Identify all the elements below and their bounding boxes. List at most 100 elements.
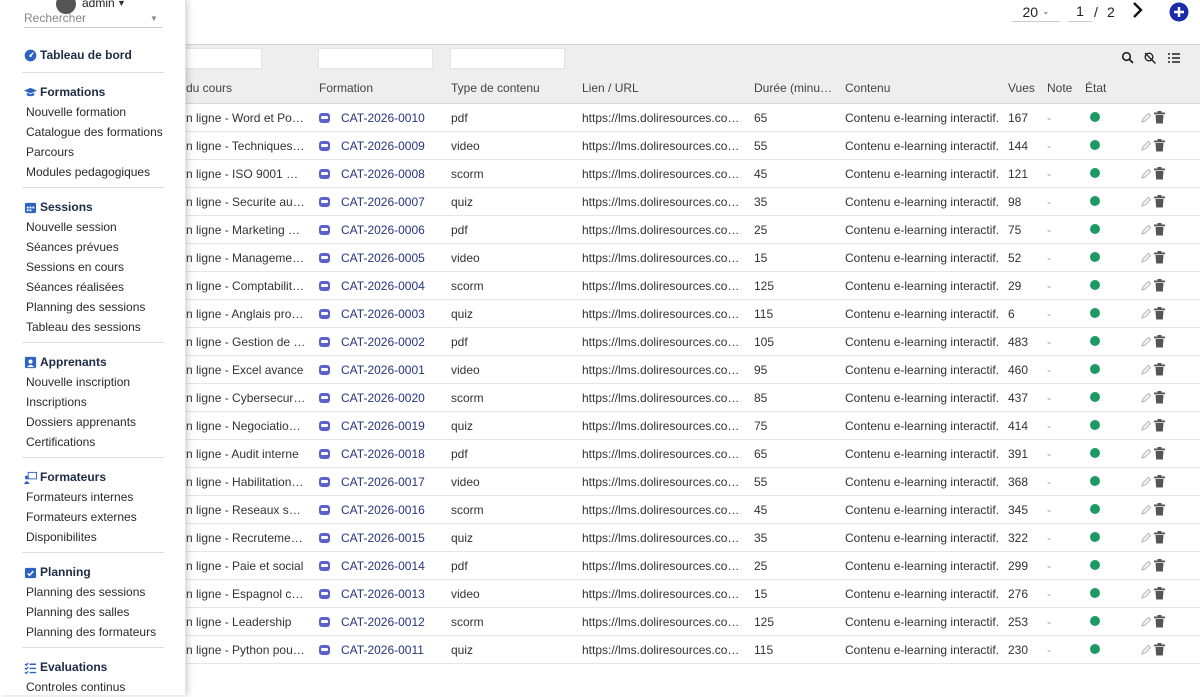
col-header-url[interactable]: Lien / URL [582,81,702,95]
cell-url[interactable]: https://lms.doliresources.com/… [582,251,744,265]
sidebar-item[interactable]: Certifications [24,432,164,452]
cell-formation[interactable]: CAT-2026-0001 [341,363,431,377]
delete-icon[interactable] [1154,139,1165,152]
sidebar-section-header[interactable]: Evaluations [24,657,164,677]
sidebar-item[interactable]: Planning des formateurs [24,622,164,642]
cell-url[interactable]: https://lms.doliresources.com/… [582,503,744,517]
edit-icon[interactable] [1140,336,1152,348]
sidebar-item[interactable]: Séances prévues [24,237,164,257]
delete-icon[interactable] [1154,279,1165,292]
cell-formation[interactable]: CAT-2026-0006 [341,223,431,237]
col-header-views[interactable]: Vues [1008,81,1044,95]
cell-formation[interactable]: CAT-2026-0003 [341,307,431,321]
cell-formation[interactable]: CAT-2026-0015 [341,531,431,545]
cell-formation[interactable]: CAT-2026-0005 [341,251,431,265]
edit-icon[interactable] [1140,364,1152,376]
delete-icon[interactable] [1154,335,1165,348]
delete-icon[interactable] [1154,111,1165,124]
delete-icon[interactable] [1154,615,1165,628]
edit-icon[interactable] [1140,420,1152,432]
edit-icon[interactable] [1140,504,1152,516]
delete-icon[interactable] [1154,419,1165,432]
cell-url[interactable]: https://lms.doliresources.com/… [582,419,744,433]
sidebar-item[interactable]: Formateurs internes [24,487,164,507]
page-number-input[interactable]: 1 [1068,2,1092,22]
per-page-select[interactable]: 20 ⌄ [1012,2,1060,22]
delete-icon[interactable] [1154,195,1165,208]
cell-formation[interactable]: CAT-2026-0016 [341,503,431,517]
delete-icon[interactable] [1154,167,1165,180]
cell-url[interactable]: https://lms.doliresources.com/… [582,139,744,153]
sidebar-item[interactable]: Catalogue des formations [24,122,164,142]
col-header-status[interactable]: État [1085,81,1115,95]
sidebar-item[interactable]: Controles continus [24,677,164,697]
cell-url[interactable]: https://lms.doliresources.com/… [582,307,744,321]
edit-icon[interactable] [1140,140,1152,152]
sidebar-section-header[interactable]: Formations [24,82,164,102]
sidebar-item[interactable]: Modules pedagogiques [24,162,164,182]
cell-url[interactable]: https://lms.doliresources.com/… [582,643,744,657]
cell-formation[interactable]: CAT-2026-0018 [341,447,431,461]
col-header-type[interactable]: Type de contenu [451,81,566,95]
cell-formation[interactable]: CAT-2026-0013 [341,587,431,601]
cell-url[interactable]: https://lms.doliresources.com/… [582,335,744,349]
cell-formation[interactable]: CAT-2026-0007 [341,195,431,209]
cell-formation[interactable]: CAT-2026-0008 [341,167,431,181]
delete-icon[interactable] [1154,307,1165,320]
next-page-icon[interactable] [1130,0,1146,20]
edit-icon[interactable] [1140,644,1152,656]
filter-formation-input[interactable] [318,48,433,69]
clear-filter-icon[interactable] [1143,51,1157,65]
cell-formation[interactable]: CAT-2026-0002 [341,335,431,349]
edit-icon[interactable] [1140,588,1152,600]
cell-formation[interactable]: CAT-2026-0012 [341,615,431,629]
sidebar-item[interactable]: Planning des salles [24,602,164,622]
edit-icon[interactable] [1140,196,1152,208]
edit-icon[interactable] [1140,252,1152,264]
add-circle-icon[interactable] [1169,2,1189,22]
user-name[interactable]: admin [82,0,115,10]
sidebar-item[interactable]: Disponibilites [24,527,164,547]
edit-icon[interactable] [1140,560,1152,572]
sidebar-item[interactable]: Inscriptions [24,392,164,412]
delete-icon[interactable] [1154,223,1165,236]
col-header-title[interactable]: du cours [186,81,296,95]
sidebar-section-header[interactable]: Apprenants [24,352,164,372]
cell-url[interactable]: https://lms.doliresources.com/… [582,167,744,181]
sidebar-section-header[interactable]: Sessions [24,197,164,217]
sidebar-item[interactable]: Planning des sessions [24,297,164,317]
cell-formation[interactable]: CAT-2026-0017 [341,475,431,489]
delete-icon[interactable] [1154,363,1165,376]
cell-url[interactable]: https://lms.doliresources.com/… [582,223,744,237]
search-dropdown-icon[interactable]: ▼ [150,14,158,23]
delete-icon[interactable] [1154,643,1165,656]
cell-url[interactable]: https://lms.doliresources.com/… [582,587,744,601]
col-header-content[interactable]: Contenu [845,81,965,95]
edit-icon[interactable] [1140,280,1152,292]
cell-url[interactable]: https://lms.doliresources.com/… [582,279,744,293]
sidebar-section-header[interactable]: Formateurs [24,467,164,487]
edit-icon[interactable] [1140,112,1152,124]
cell-formation[interactable]: CAT-2026-0014 [341,559,431,573]
edit-icon[interactable] [1140,448,1152,460]
delete-icon[interactable] [1154,503,1165,516]
sidebar-item[interactable]: Parcours [24,142,164,162]
edit-icon[interactable] [1140,476,1152,488]
sidebar-item[interactable]: Séances réalisées [24,277,164,297]
cell-url[interactable]: https://lms.doliresources.com/… [582,363,744,377]
delete-icon[interactable] [1154,251,1165,264]
delete-icon[interactable] [1154,391,1165,404]
sidebar-item-dashboard[interactable]: Tableau de bord [24,45,164,65]
cell-formation[interactable]: CAT-2026-0019 [341,419,431,433]
cell-url[interactable]: https://lms.doliresources.com/… [582,391,744,405]
user-menu-chevron-icon[interactable]: ▼ [117,0,126,8]
cell-formation[interactable]: CAT-2026-0020 [341,391,431,405]
cell-url[interactable]: https://lms.doliresources.com/… [582,531,744,545]
sidebar-item[interactable]: Dossiers apprenants [24,412,164,432]
cell-url[interactable]: https://lms.doliresources.com/… [582,111,744,125]
cell-url[interactable]: https://lms.doliresources.com/… [582,195,744,209]
edit-icon[interactable] [1140,224,1152,236]
column-list-icon[interactable] [1167,51,1181,65]
cell-formation[interactable]: CAT-2026-0004 [341,279,431,293]
sidebar-item[interactable]: Nouvelle inscription [24,372,164,392]
